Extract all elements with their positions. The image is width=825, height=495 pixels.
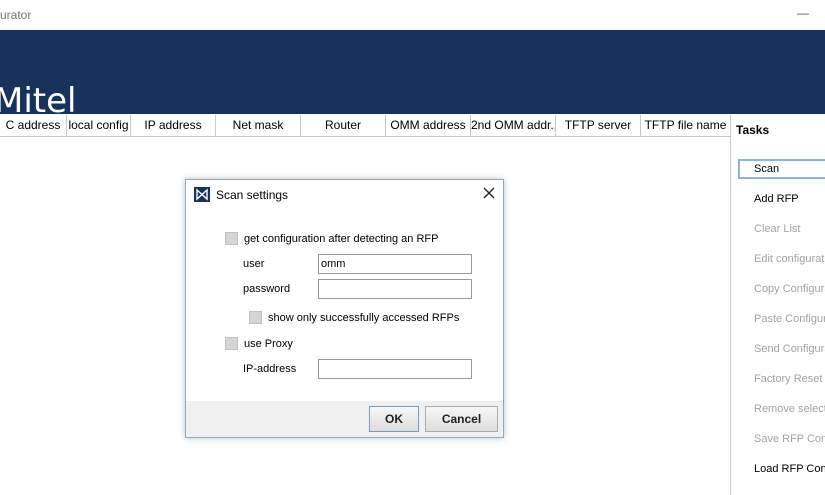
task-clear-list: Clear List <box>754 223 801 235</box>
get-config-option[interactable]: get configuration after detecting an RFP <box>225 232 438 245</box>
window-title: urator <box>0 8 32 22</box>
use-proxy-checkbox[interactable] <box>225 337 238 350</box>
column-header-tftp-server[interactable]: TFTP server <box>556 115 641 137</box>
ip-address-field[interactable] <box>318 359 472 379</box>
use-proxy-label: use Proxy <box>244 337 293 350</box>
column-header-2nd-omm-address[interactable]: 2nd OMM addr... <box>471 115 556 137</box>
task-scan[interactable]: Scan <box>738 159 825 179</box>
show-only-accessed-label: show only successfully accessed RFPs <box>268 311 460 324</box>
column-header-ip-address[interactable]: IP address <box>131 115 216 137</box>
minimize-button[interactable]: — <box>797 6 809 20</box>
dialog-title-bar: Scan settings <box>186 180 503 210</box>
column-header-net-mask[interactable]: Net mask <box>216 115 301 137</box>
column-header-local-config[interactable]: local config <box>67 115 131 137</box>
user-label: user <box>243 258 265 270</box>
show-only-accessed-option[interactable]: show only successfully accessed RFPs <box>249 311 459 324</box>
tasks-panel: Tasks Scan Add RFP Clear List Edit confi… <box>730 115 825 495</box>
ok-button[interactable]: OK <box>369 406 419 432</box>
close-icon[interactable] <box>482 186 496 200</box>
table-column-headers: C address local config IP address Net ma… <box>0 115 730 137</box>
task-scan-label: Scan <box>754 163 780 175</box>
password-label: password <box>243 283 291 295</box>
title-bar: urator — <box>0 0 825 30</box>
task-load-rfp-config[interactable]: Load RFP Conf <box>754 463 825 475</box>
task-factory-reset: Factory Reset <box>754 373 823 385</box>
get-config-checkbox[interactable] <box>225 232 238 245</box>
app-window: urator — Mitel C address local config IP… <box>0 0 825 495</box>
use-proxy-option[interactable]: use Proxy <box>225 337 293 350</box>
task-add-rfp[interactable]: Add RFP <box>754 193 799 205</box>
dialog-title: Scan settings <box>216 188 289 202</box>
task-remove-selected: Remove select <box>754 403 825 415</box>
cancel-button[interactable]: Cancel <box>425 406 498 432</box>
task-save-rfp-config: Save RFP Con <box>754 433 825 445</box>
dialog-button-bar: OK Cancel <box>186 401 503 437</box>
brand-header: Mitel <box>0 30 825 120</box>
get-config-label: get configuration after detecting an RFP <box>244 232 439 245</box>
app-icon <box>194 187 210 202</box>
user-field[interactable] <box>318 254 472 274</box>
tasks-title: Tasks <box>736 123 770 137</box>
task-edit-configuration: Edit configurati <box>754 253 825 265</box>
task-paste-configuration: Paste Configur <box>754 313 825 325</box>
column-header-tftp-file-name[interactable]: TFTP file name <box>641 115 730 137</box>
ip-address-label: IP-address <box>243 363 297 375</box>
task-copy-configuration: Copy Configura <box>754 283 825 295</box>
scan-settings-dialog: Scan settings get configuration after de… <box>185 179 504 438</box>
column-header-router[interactable]: Router <box>301 115 386 137</box>
column-header-mac-address[interactable]: C address <box>0 115 67 137</box>
show-only-accessed-checkbox[interactable] <box>249 311 262 324</box>
column-header-omm-address[interactable]: OMM address <box>386 115 471 137</box>
password-field[interactable] <box>318 279 472 299</box>
task-send-configuration: Send Configura <box>754 343 825 355</box>
